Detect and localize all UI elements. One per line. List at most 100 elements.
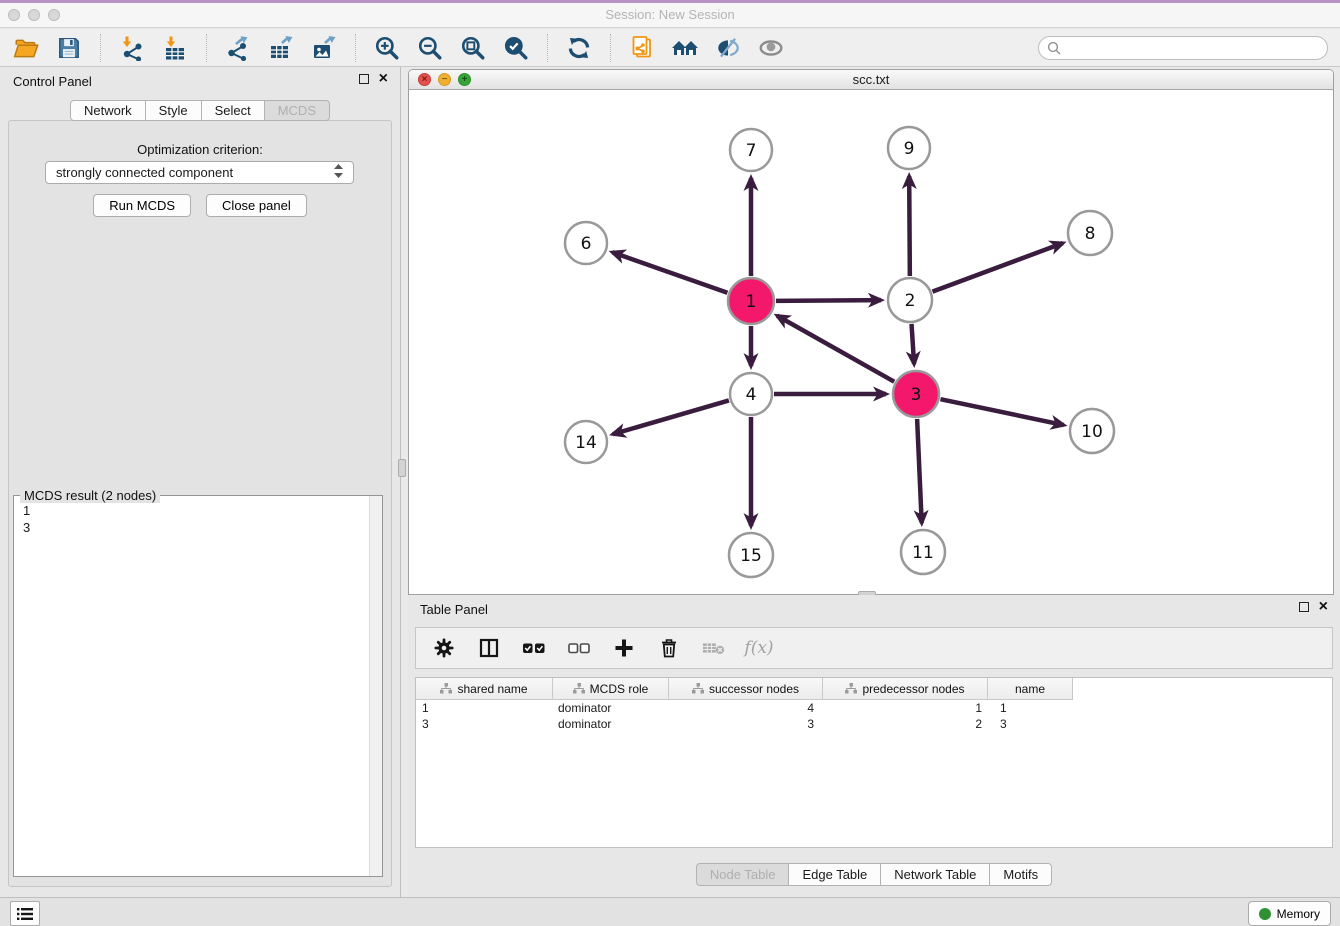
criterion-dropdown[interactable]: strongly connected component xyxy=(45,161,354,184)
close-panel-button[interactable]: Close panel xyxy=(206,194,307,217)
table-row[interactable]: 3dominator323 xyxy=(416,716,1332,732)
column-header-successor-nodes[interactable]: successor nodes xyxy=(669,678,823,700)
zoom-fit-icon xyxy=(460,35,486,61)
save-session-button[interactable] xyxy=(55,34,83,62)
optimization-criterion-label: Optimization criterion: xyxy=(9,142,391,157)
deselect-all-button[interactable] xyxy=(567,636,591,660)
export-image-icon xyxy=(311,35,337,61)
zoom-fit-button[interactable] xyxy=(459,34,487,62)
toolbar-separator xyxy=(355,34,356,62)
refresh-view-button[interactable] xyxy=(565,34,593,62)
table-cell[interactable]: 3 xyxy=(988,717,1073,731)
table-toolbar: f(x) xyxy=(415,627,1333,669)
open-session-button[interactable] xyxy=(12,34,40,62)
zoom-in-button[interactable] xyxy=(373,34,401,62)
graph-edge-4-14[interactable] xyxy=(613,400,729,434)
graph-node-label-11: 11 xyxy=(912,543,934,563)
tab-style[interactable]: Style xyxy=(145,100,202,121)
table-body: 1dominator4113dominator323 xyxy=(416,700,1332,732)
column-header-name[interactable]: name xyxy=(988,678,1073,700)
graph-edge-2-9[interactable] xyxy=(909,176,910,276)
search-icon xyxy=(1047,41,1061,55)
export-image-button[interactable] xyxy=(310,34,338,62)
status-bar: Memory xyxy=(0,897,1340,926)
float-table-panel-icon[interactable] xyxy=(1299,602,1309,612)
run-mcds-button[interactable]: Run MCDS xyxy=(93,194,191,217)
network-file-icon xyxy=(629,35,655,61)
graph-node-label-6: 6 xyxy=(581,234,592,254)
task-history-button[interactable] xyxy=(10,901,40,926)
export-network-button[interactable] xyxy=(224,34,252,62)
column-type-icon xyxy=(440,683,452,694)
show-columns-button[interactable] xyxy=(477,636,501,660)
gear-icon xyxy=(433,637,455,659)
network-canvas[interactable]: 7968124314101511 xyxy=(409,90,1333,594)
eye-icon xyxy=(758,35,784,61)
table-cell[interactable]: 1 xyxy=(988,701,1073,715)
table-cell[interactable]: 3 xyxy=(416,717,553,731)
graph-edge-3-11[interactable] xyxy=(917,419,922,523)
close-table-panel-icon[interactable]: × xyxy=(1319,602,1328,612)
tab-mcds[interactable]: MCDS xyxy=(264,100,330,121)
network-window-titlebar[interactable]: × − + scc.txt xyxy=(409,70,1333,90)
toolbar-separator xyxy=(547,34,548,62)
table-cell[interactable]: 2 xyxy=(823,717,988,731)
table-cell[interactable]: 1 xyxy=(416,701,553,715)
import-network-button[interactable] xyxy=(118,34,146,62)
add-column-button[interactable] xyxy=(612,636,636,660)
close-panel-icon[interactable]: × xyxy=(379,74,388,84)
graph-node-label-14: 14 xyxy=(575,433,597,453)
search-box[interactable] xyxy=(1038,36,1328,60)
table-panel-title: Table Panel xyxy=(420,602,488,617)
export-table-button[interactable] xyxy=(267,34,295,62)
network-from-file-button[interactable] xyxy=(628,34,656,62)
tab-edge-table[interactable]: Edge Table xyxy=(788,863,881,886)
delete-column-button[interactable] xyxy=(657,636,681,660)
zoom-selected-button[interactable] xyxy=(502,34,530,62)
import-table-button[interactable] xyxy=(161,34,189,62)
vertical-splitter-handle[interactable] xyxy=(398,459,406,477)
table-cell[interactable]: dominator xyxy=(553,701,669,715)
table-cell[interactable]: 1 xyxy=(823,701,988,715)
tab-node-table[interactable]: Node Table xyxy=(696,863,790,886)
hide-panels-button[interactable] xyxy=(714,34,742,62)
open-folder-icon xyxy=(13,35,39,61)
graph-edge-3-1[interactable] xyxy=(777,316,894,382)
window-titlebar: Session: New Session xyxy=(0,3,1340,28)
control-panel-title: Control Panel xyxy=(13,74,92,89)
toolbar-separator xyxy=(610,34,611,62)
memory-button[interactable]: Memory xyxy=(1248,901,1331,926)
column-header-shared-name[interactable]: shared name xyxy=(416,678,553,700)
node-table: shared name MCDS role successor nodes pr… xyxy=(415,677,1333,848)
table-tabs: Node Table Edge Table Network Table Moti… xyxy=(408,863,1340,886)
float-panel-icon[interactable] xyxy=(359,74,369,84)
column-header-predecessor-nodes[interactable]: predecessor nodes xyxy=(823,678,988,700)
dropdown-arrows-icon xyxy=(334,164,343,181)
export-network-icon xyxy=(225,35,251,61)
table-settings-button[interactable] xyxy=(432,636,456,660)
graph-edge-1-6[interactable] xyxy=(612,252,727,292)
column-header-mcds-role[interactable]: MCDS role xyxy=(553,678,669,700)
graph-edge-3-10[interactable] xyxy=(940,399,1063,425)
tab-motifs[interactable]: Motifs xyxy=(989,863,1052,886)
tab-network[interactable]: Network xyxy=(70,100,146,121)
graph-edge-2-3[interactable] xyxy=(912,324,915,364)
tab-select[interactable]: Select xyxy=(201,100,265,121)
result-scrollbar[interactable] xyxy=(369,496,382,876)
select-all-button[interactable] xyxy=(522,636,546,660)
table-cell[interactable]: 4 xyxy=(669,701,823,715)
tab-network-table[interactable]: Network Table xyxy=(880,863,990,886)
graph-node-label-15: 15 xyxy=(740,546,762,566)
mcds-panel: Optimization criterion: strongly connect… xyxy=(8,120,392,887)
zoom-out-button[interactable] xyxy=(416,34,444,62)
save-icon xyxy=(56,35,82,61)
graph-edge-1-2[interactable] xyxy=(776,300,881,301)
table-cell[interactable]: 3 xyxy=(669,717,823,731)
table-cell[interactable]: dominator xyxy=(553,717,669,731)
table-row[interactable]: 1dominator411 xyxy=(416,700,1332,716)
search-input[interactable] xyxy=(1066,41,1319,55)
graph-edge-2-8[interactable] xyxy=(932,243,1062,292)
home-view-button[interactable] xyxy=(671,34,699,62)
show-panel-button[interactable] xyxy=(757,34,785,62)
home-icon xyxy=(671,35,699,61)
